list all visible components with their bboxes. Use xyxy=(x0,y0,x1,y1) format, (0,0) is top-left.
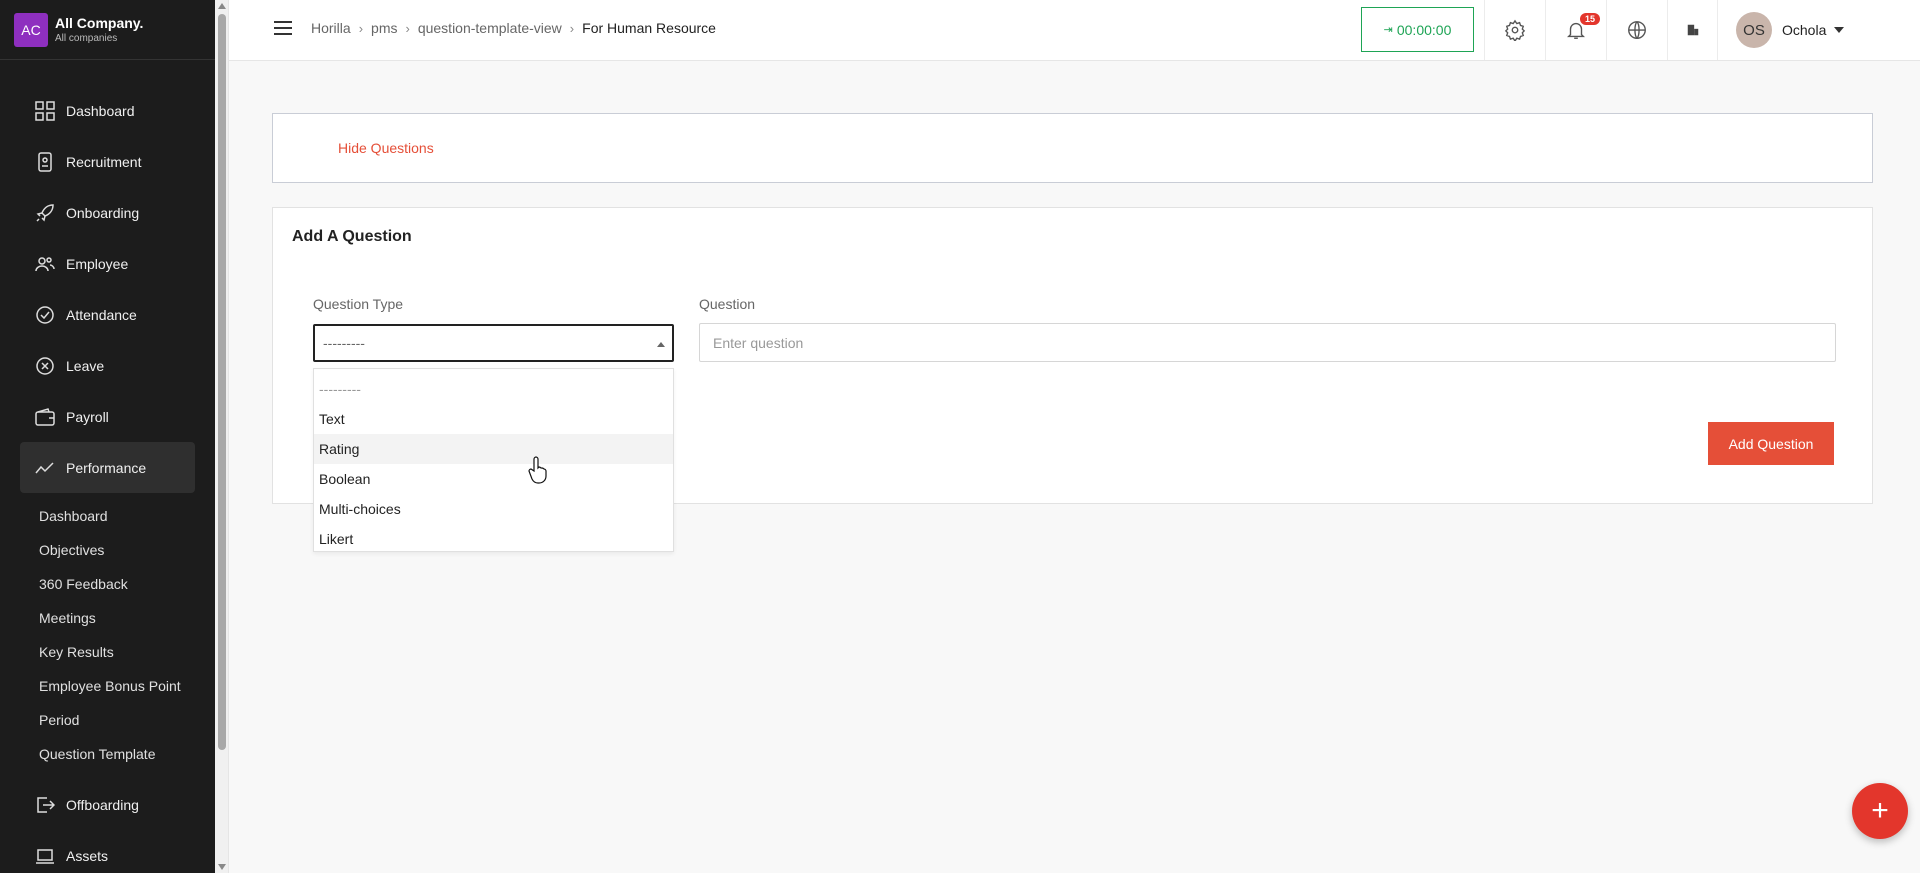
chevron-up-icon xyxy=(657,342,665,347)
floating-add-button[interactable]: + xyxy=(1852,783,1908,839)
option-text[interactable]: Text xyxy=(314,404,673,434)
sidebar-scrollbar[interactable] xyxy=(215,0,229,873)
wallet-icon xyxy=(34,406,56,428)
submenu-item-employee-bonus-point[interactable]: Employee Bonus Point xyxy=(20,669,195,703)
sidebar-item-employee[interactable]: Employee xyxy=(20,238,195,289)
people-icon xyxy=(34,253,56,275)
sidebar-item-label: Employee xyxy=(66,255,129,272)
chevron-right-icon: › xyxy=(358,20,364,36)
option-rating[interactable]: Rating xyxy=(314,434,673,464)
question-type-label: Question Type xyxy=(313,296,404,312)
questions-toggle-card: Hide Questions xyxy=(272,113,1873,183)
caret-down-icon xyxy=(1834,27,1845,33)
option-boolean[interactable]: Boolean xyxy=(314,464,673,494)
globe-icon xyxy=(1627,21,1646,39)
sidebar-item-performance[interactable]: Performance xyxy=(20,442,195,493)
option-multi-choices[interactable]: Multi-choices xyxy=(314,494,673,524)
option-empty[interactable]: --------- xyxy=(314,374,673,404)
dashboard-icon xyxy=(34,100,56,122)
submenu-item-question-template[interactable]: Question Template xyxy=(20,737,195,771)
submenu-item-period[interactable]: Period xyxy=(20,703,195,737)
exit-icon xyxy=(34,794,56,816)
question-type-select[interactable]: --------- xyxy=(313,324,674,362)
sidebar-item-payroll[interactable]: Payroll xyxy=(20,391,195,442)
clock-in-button[interactable]: ⇥ 00:00:00 xyxy=(1361,7,1474,52)
select-value: --------- xyxy=(323,335,365,351)
question-input[interactable] xyxy=(699,323,1836,362)
question-type-dropdown: --------- Text Rating Boolean Multi-choi… xyxy=(313,368,674,552)
card-title: Add A Question xyxy=(292,228,412,245)
sidebar-item-label: Recruitment xyxy=(66,153,142,170)
chevron-right-icon: › xyxy=(569,20,575,36)
submenu-item-meetings[interactable]: Meetings xyxy=(20,601,195,635)
submenu-item-objectives[interactable]: Objectives xyxy=(20,533,195,567)
company-switcher[interactable]: AC All Company. All companies xyxy=(0,0,215,60)
sidebar-item-label: Attendance xyxy=(66,306,137,323)
breadcrumb: Horilla › pms › question-template-view ›… xyxy=(311,20,716,36)
option-likert[interactable]: Likert xyxy=(314,524,673,554)
menu-toggle-icon[interactable] xyxy=(274,21,292,35)
sidebar-item-offboarding[interactable]: Offboarding xyxy=(20,779,195,830)
sidebar: AC All Company. All companies Dashboard … xyxy=(0,0,215,873)
performance-submenu: Dashboard Objectives 360 Feedback Meetin… xyxy=(20,493,195,779)
language-button[interactable] xyxy=(1606,0,1666,60)
timer-value: 00:00:00 xyxy=(1396,21,1452,38)
chevron-right-icon: › xyxy=(405,20,410,36)
avatar: OS xyxy=(1736,12,1772,48)
sidebar-item-leave[interactable]: Leave xyxy=(20,340,195,391)
trend-icon xyxy=(34,457,56,479)
check-circle-icon xyxy=(34,304,56,326)
sidebar-item-dashboard[interactable]: Dashboard xyxy=(20,85,195,136)
sidebar-item-label: Payroll xyxy=(66,408,109,425)
x-circle-icon xyxy=(34,355,56,377)
company-subtitle: All companies xyxy=(55,33,118,44)
rocket-icon xyxy=(34,202,56,224)
user-name: Ochola xyxy=(1782,22,1827,38)
company-button[interactable] xyxy=(1667,0,1717,60)
gear-icon xyxy=(1504,19,1525,41)
submenu-item-key-results[interactable]: Key Results xyxy=(20,635,195,669)
add-question-button[interactable]: Add Question xyxy=(1708,422,1834,465)
sidebar-item-label: Performance xyxy=(66,459,147,476)
sidebar-item-label: Assets xyxy=(66,847,109,864)
sidebar-nav: Dashboard Recruitment Onboarding Employe… xyxy=(20,85,195,873)
scroll-thumb[interactable] xyxy=(218,14,226,750)
notification-badge: 15 xyxy=(1580,13,1601,25)
sidebar-item-label: Onboarding xyxy=(66,204,140,221)
submenu-item-dashboard[interactable]: Dashboard xyxy=(20,499,195,533)
submenu-item-360-feedback[interactable]: 360 Feedback xyxy=(20,567,195,601)
sidebar-item-recruitment[interactable]: Recruitment xyxy=(20,136,195,187)
sidebar-item-assets[interactable]: Assets xyxy=(20,830,195,873)
scroll-down-arrow[interactable] xyxy=(218,864,226,870)
sidebar-item-label: Dashboard xyxy=(66,102,135,119)
breadcrumb-item[interactable]: question-template-view xyxy=(418,20,562,36)
breadcrumb-item[interactable]: Horilla xyxy=(311,20,351,36)
sidebar-item-label: Offboarding xyxy=(66,796,139,813)
hand-cursor-icon xyxy=(528,456,547,484)
breadcrumb-current: For Human Resource xyxy=(582,20,716,36)
notifications-button[interactable]: 15 xyxy=(1545,0,1605,60)
company-name: All Company. xyxy=(55,15,144,31)
building-icon xyxy=(1687,24,1698,36)
settings-button[interactable] xyxy=(1484,0,1544,60)
company-logo: AC xyxy=(14,12,48,47)
user-menu[interactable]: OS Ochola xyxy=(1717,0,1920,60)
top-header: Horilla › pms › question-template-view ›… xyxy=(229,0,1920,61)
plus-icon: + xyxy=(1871,794,1889,827)
question-label: Question xyxy=(699,296,756,312)
sidebar-item-attendance[interactable]: Attendance xyxy=(20,289,195,340)
laptop-icon xyxy=(34,845,56,867)
sidebar-item-label: Leave xyxy=(66,357,105,374)
scroll-up-arrow[interactable] xyxy=(218,3,226,9)
clock-in-icon: ⇥ xyxy=(1383,24,1393,36)
recruitment-icon xyxy=(34,151,56,173)
hide-questions-link[interactable]: Hide Questions xyxy=(338,140,434,156)
sidebar-item-onboarding[interactable]: Onboarding xyxy=(20,187,195,238)
breadcrumb-item[interactable]: pms xyxy=(371,20,397,36)
